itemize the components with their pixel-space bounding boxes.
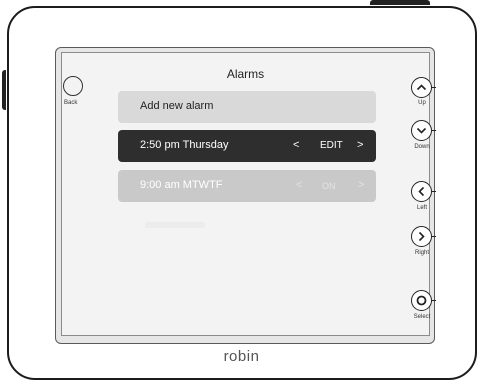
chevron-right-icon[interactable]: >: [357, 139, 363, 151]
add-new-alarm-button[interactable]: Add new alarm: [118, 91, 376, 123]
chevron-right-icon: [418, 231, 425, 242]
select-label: Select: [413, 314, 431, 320]
button-tick: [432, 236, 436, 238]
brand-logo: robin: [223, 348, 260, 365]
button-tick: [432, 87, 436, 89]
chevron-down-icon: [416, 127, 427, 134]
alarm-edit-action[interactable]: EDIT: [320, 140, 343, 151]
button-tick: [432, 130, 436, 132]
up-label: Up: [418, 100, 426, 106]
alarm-row-selected[interactable]: 2:50 pm Thursday < EDIT >: [118, 130, 376, 162]
back-button[interactable]: [63, 76, 83, 96]
right-label: Right: [414, 250, 429, 256]
chevron-left-icon[interactable]: <: [296, 179, 302, 191]
alarm-on-toggle[interactable]: ON: [322, 181, 336, 191]
chevron-right-icon[interactable]: >: [358, 179, 364, 191]
device-side-button: [2, 70, 6, 110]
device-top-button: [370, 0, 430, 5]
alarm-time: 2:50 pm Thursday: [140, 139, 229, 151]
select-button[interactable]: [411, 290, 432, 311]
chevron-left-icon: [418, 186, 425, 197]
left-button[interactable]: [411, 181, 432, 202]
add-new-alarm-label: Add new alarm: [140, 100, 214, 112]
back-label: Back: [64, 100, 78, 106]
chevron-up-icon: [416, 84, 427, 91]
chevron-left-icon[interactable]: <: [293, 139, 299, 151]
alarm-row[interactable]: 9:00 am MTWTF < ON >: [118, 170, 376, 202]
faded-placeholder-row: [145, 222, 205, 228]
alarm-time: 9:00 am MTWTF: [140, 179, 223, 191]
down-label: Down: [414, 144, 430, 150]
down-button[interactable]: [411, 120, 432, 141]
button-tick: [432, 191, 436, 193]
circle-icon: [416, 295, 427, 306]
up-button[interactable]: [411, 77, 432, 98]
page-title: Alarms: [226, 67, 265, 81]
left-label: Left: [416, 205, 427, 211]
button-tick: [432, 300, 436, 302]
right-button[interactable]: [411, 226, 432, 247]
